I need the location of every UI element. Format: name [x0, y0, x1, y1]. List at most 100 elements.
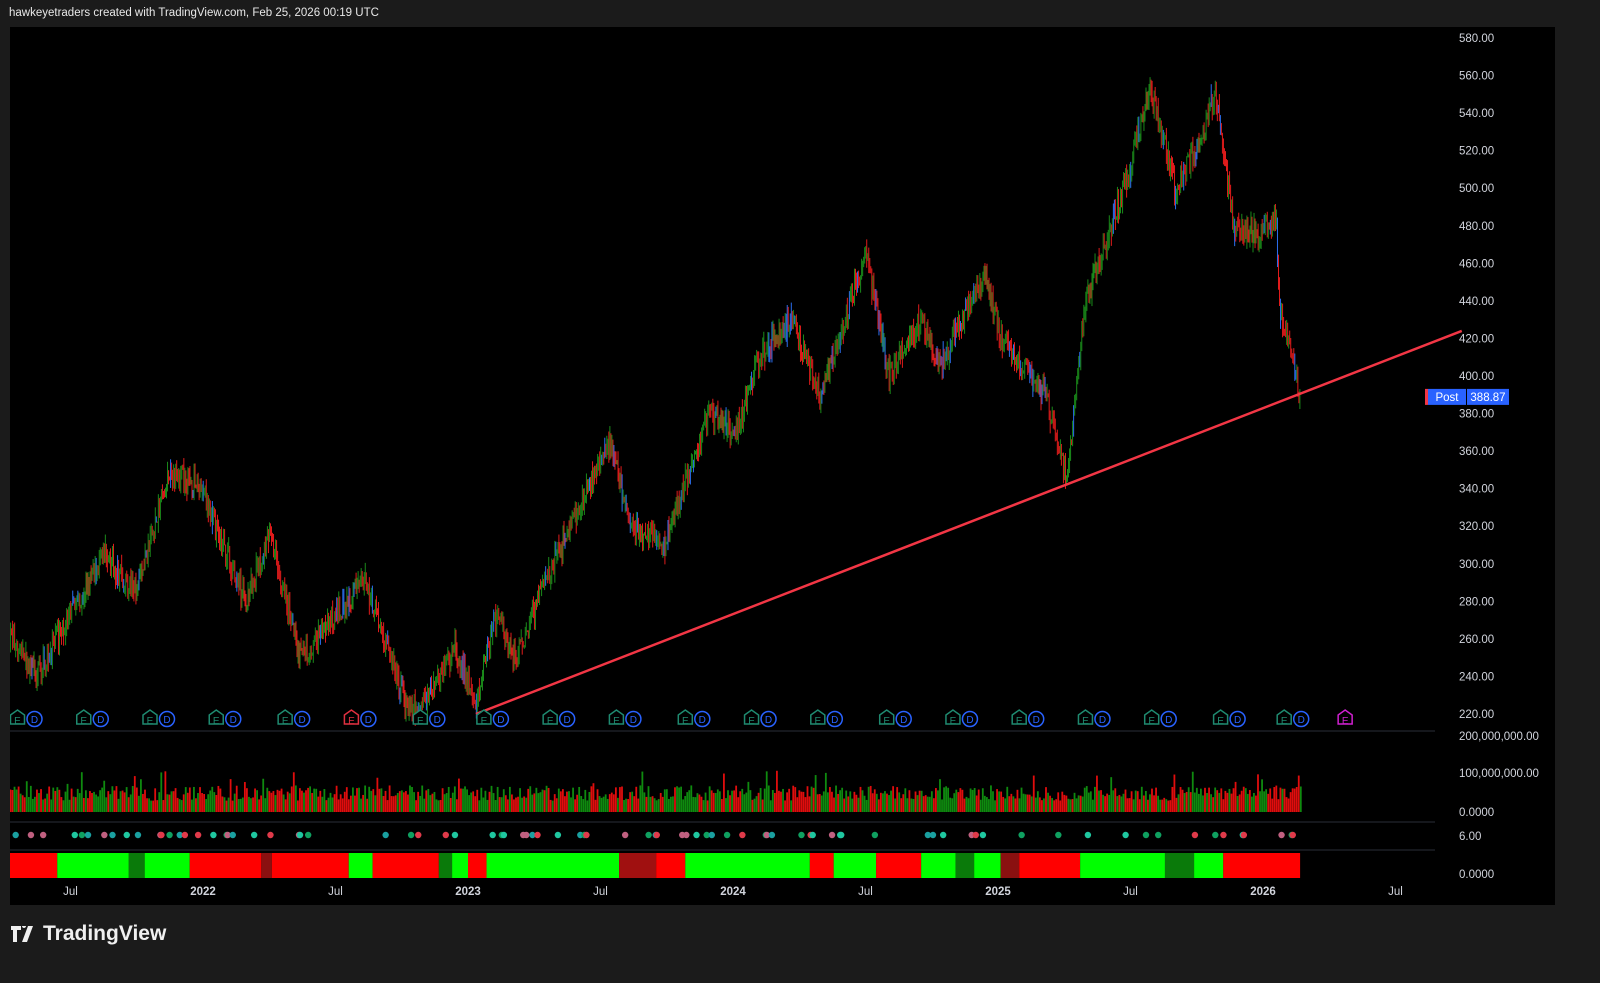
volume-bar [1204, 787, 1206, 812]
volume-bar [1161, 799, 1164, 812]
volume-bar [621, 786, 623, 812]
volume-bar [1263, 791, 1266, 812]
volume-bar [888, 795, 890, 812]
volume-bar [1110, 777, 1113, 812]
volume-bar [396, 793, 399, 812]
volume-bar [356, 788, 358, 812]
volume-tick-label: 0.0000 [1459, 807, 1494, 819]
volume-bar [1240, 790, 1243, 812]
signal-dot [158, 831, 165, 839]
volume-bar [99, 790, 102, 812]
volume-bar [939, 779, 941, 812]
volume-bar [1206, 792, 1208, 812]
price-tick-label: 300.00 [1459, 559, 1494, 571]
signal-dot [1018, 831, 1025, 839]
volume-bar [362, 794, 365, 812]
volume-bar [998, 791, 1001, 812]
volume-bar [694, 797, 697, 812]
volume-bar [170, 791, 173, 812]
volume-bar [101, 787, 104, 812]
volume-bar [1140, 786, 1143, 812]
volume-bar [133, 776, 136, 812]
volume-bar [62, 800, 65, 812]
volume-bar [290, 786, 293, 812]
volume-bar [376, 777, 379, 812]
volume-bar [413, 792, 415, 812]
volume-bar [31, 798, 34, 812]
volume-bar [1189, 792, 1192, 812]
signal-dot [708, 831, 715, 839]
volume-bar [176, 797, 179, 812]
earnings-label: E [481, 716, 488, 727]
volume-bar [17, 786, 20, 812]
price-chart-svg[interactable]: 580.00 560.00 540.00 520.00 500.00 480.00 460.… [9, 27, 1565, 905]
time-tick-label: Jul [328, 886, 343, 898]
volume-bar [76, 788, 79, 812]
volume-bar [484, 790, 487, 812]
volume-bar [816, 794, 819, 812]
volume-bar [1114, 788, 1117, 812]
volume-bar [1026, 794, 1029, 812]
volume-bar [223, 797, 226, 812]
volume-bar [1065, 795, 1068, 812]
volume-bar [119, 791, 122, 812]
heatmap-segment [468, 853, 487, 878]
volume-bar [1118, 794, 1121, 812]
volume-bar [926, 796, 929, 812]
volume-bar [981, 788, 984, 812]
volume-bar [537, 793, 540, 812]
earnings-label: E [883, 716, 890, 727]
volume-bar [602, 796, 605, 812]
volume-bar [150, 800, 153, 812]
volume-bar [1167, 800, 1170, 812]
volume-bar [500, 797, 503, 812]
heatmap-segment [348, 853, 373, 878]
volume-bar [845, 790, 848, 812]
volume-bar [74, 797, 77, 812]
chart-area[interactable]: 580.00 560.00 540.00 520.00 500.00 480.00 460.… [9, 27, 1565, 905]
tradingview-logo[interactable]: TradingView [11, 922, 166, 946]
volume-bar [904, 788, 907, 812]
volume-bar [822, 791, 825, 812]
volume-bar [498, 797, 501, 812]
volume-bar [610, 792, 613, 812]
signal-dot [71, 831, 78, 839]
volume-bar [755, 796, 758, 812]
dividend-label: D [163, 715, 170, 726]
volume-bar [443, 794, 446, 812]
volume-bar [1069, 799, 1072, 812]
volume-bar [661, 796, 664, 812]
volume-bar [508, 786, 511, 812]
volume-bar [188, 787, 191, 812]
volume-bar [1195, 787, 1198, 812]
volume-bar [820, 795, 823, 812]
volume-bar [924, 795, 927, 812]
volume-bar [84, 790, 87, 812]
volume-bar [1265, 789, 1268, 812]
volume-bar [148, 798, 150, 812]
event-marker-group: E [1337, 709, 1353, 727]
signal-dot [809, 831, 816, 839]
volume-bar [753, 798, 756, 812]
volume-bar [215, 795, 218, 812]
volume-bar [761, 799, 764, 812]
volume-bar [855, 794, 858, 812]
signal-dot [871, 831, 879, 839]
volume-bar [678, 787, 680, 812]
volume-bar [311, 792, 314, 812]
volume-bar [284, 799, 287, 812]
volume-bar [1030, 796, 1033, 812]
volume-bar [1041, 800, 1043, 812]
earnings-label: E [282, 716, 289, 727]
signal-dot [828, 831, 836, 839]
volume-bar [900, 798, 903, 812]
volume-bar [1126, 798, 1129, 812]
volume-bar [877, 799, 880, 812]
volume-bar [417, 791, 420, 812]
volume-bar [633, 796, 636, 812]
volume-bar [949, 797, 952, 812]
volume-bar [635, 786, 638, 812]
volume-bar [1000, 791, 1003, 812]
volume-bar [543, 790, 546, 812]
volume-bar [519, 788, 521, 812]
